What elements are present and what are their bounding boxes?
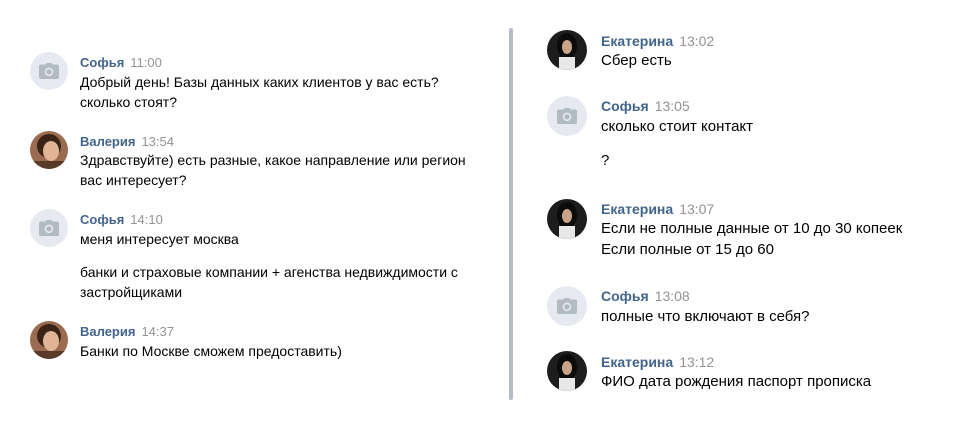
message-text: сколько стоят? — [80, 94, 178, 110]
message-time[interactable]: 11:00 — [130, 55, 162, 70]
sender-name[interactable]: Екатерина — [601, 354, 673, 370]
sender-name[interactable]: Софья — [80, 55, 124, 70]
message-text: Сбер есть — [601, 52, 672, 69]
sender-name[interactable]: Екатерина — [601, 201, 673, 217]
avatar-ekaterina[interactable] — [547, 30, 587, 70]
message-time[interactable]: 13:02 — [679, 33, 714, 49]
message-text: Банки по Москве сможем предоставить) — [80, 343, 342, 359]
message-text: вас интересует? — [80, 172, 187, 188]
avatar-ekaterina[interactable] — [547, 199, 587, 239]
message-text: Здравствуйте) есть разные, какое направл… — [80, 152, 466, 168]
message-text: ФИО дата рождения паспорт прописка — [601, 373, 872, 390]
message-text: Если полные от 15 до 60 — [601, 241, 774, 258]
sender-name[interactable]: Валерия — [80, 134, 135, 149]
avatar-valeriya[interactable] — [30, 321, 68, 359]
sender-name[interactable]: Софья — [601, 98, 649, 114]
message-text: ? — [601, 152, 610, 169]
avatar-sofya[interactable] — [30, 52, 68, 90]
avatar-ekaterina[interactable] — [547, 351, 587, 391]
message-text: полные что включают в себя? — [601, 308, 810, 325]
message-time[interactable]: 13:12 — [679, 354, 714, 370]
avatar-sofya[interactable] — [30, 209, 68, 247]
column-divider — [509, 28, 513, 400]
camera-icon — [39, 63, 59, 79]
message-time[interactable]: 14:10 — [130, 212, 163, 227]
message-time[interactable]: 14:37 — [141, 324, 174, 339]
camera-icon — [557, 108, 577, 124]
message-time[interactable]: 13:08 — [655, 288, 690, 304]
message-time[interactable]: 13:05 — [655, 98, 690, 114]
sender-name[interactable]: Валерия — [80, 324, 135, 339]
message-text: сколько стоит контакт — [601, 118, 754, 135]
message-time[interactable]: 13:54 — [141, 134, 174, 149]
camera-icon — [557, 298, 577, 314]
avatar-sofya[interactable] — [547, 286, 587, 326]
sender-name[interactable]: Софья — [601, 288, 649, 304]
message-time[interactable]: 13:07 — [679, 201, 714, 217]
avatar-sofya[interactable] — [547, 96, 587, 136]
camera-icon — [39, 220, 59, 236]
sender-name[interactable]: Софья — [80, 212, 124, 227]
sender-name[interactable]: Екатерина — [601, 33, 673, 49]
message-text: меня интересует москва — [80, 231, 239, 247]
message-text: Если не полные данные от 10 до 30 копеек — [601, 220, 903, 237]
message-text: застройщиками — [80, 284, 183, 300]
message-text: банки и страховые компании + агенства не… — [80, 264, 458, 280]
avatar-valeriya[interactable] — [30, 131, 68, 169]
message-text: Добрый день! Базы данных каких клиентов … — [80, 74, 439, 90]
